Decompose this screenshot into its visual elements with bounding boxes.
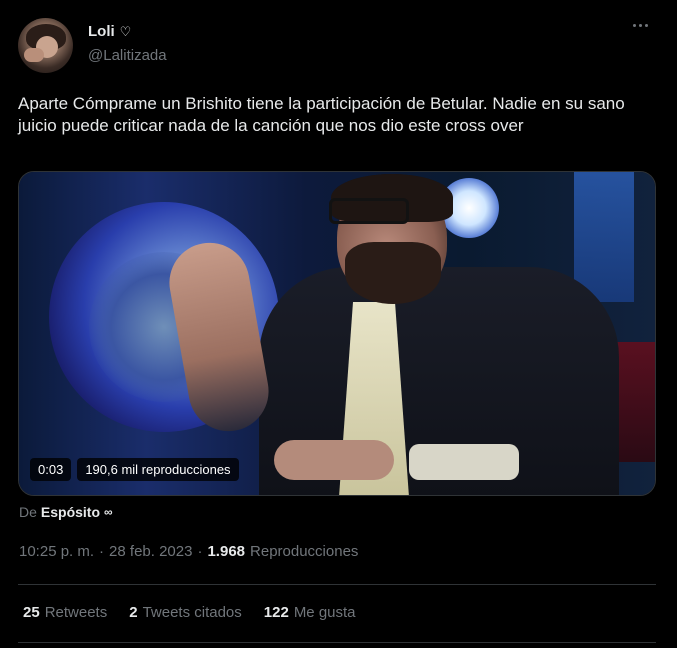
heart-outline-icon: ♡ (119, 24, 132, 39)
divider (18, 642, 656, 643)
stat-count: 2 (129, 604, 138, 621)
stat-label: Retweets (44, 604, 108, 621)
views-count: 1.968 (207, 543, 246, 560)
tweet-meta: 10:25 p. m. · 28 feb. 2023 · 1.968 Repro… (19, 543, 358, 560)
more-options-icon[interactable] (633, 24, 648, 27)
stat-retweets[interactable]: 25 Retweets (23, 604, 107, 621)
video-player[interactable]: 0:03 190,6 mil reproducciones (18, 171, 656, 496)
engagement-stats: 25 Retweets 2 Tweets citados 122 Me gust… (23, 604, 356, 621)
tweet-text: Aparte Cómprame un Brishito tiene la par… (18, 94, 625, 135)
divider (18, 584, 656, 585)
author-handle[interactable]: @Lalitizada (88, 47, 167, 64)
tweet-date[interactable]: 28 feb. 2023 (109, 543, 192, 560)
tweet-time[interactable]: 10:25 p. m. (19, 543, 94, 560)
stat-label: Me gusta (293, 604, 356, 621)
video-frame (19, 172, 655, 495)
tweet-detail: Loli ♡ @Lalitizada Aparte Cómprame un Br… (0, 0, 677, 648)
avatar-hand (24, 48, 44, 62)
author-name-row[interactable]: Loli ♡ (88, 23, 131, 40)
video-attribution: De Espósito ∞ (19, 504, 113, 520)
video-overlay: 0:03 190,6 mil reproducciones (30, 458, 239, 481)
stat-label: Tweets citados (142, 604, 242, 621)
meta-separator: · (99, 543, 105, 560)
stat-count: 122 (263, 604, 289, 621)
attribution-source-link[interactable]: Espósito (41, 504, 100, 520)
stat-quote-tweets[interactable]: 2 Tweets citados (129, 604, 242, 621)
video-timestamp: 0:03 (30, 458, 72, 481)
attribution-prefix: De (19, 504, 37, 520)
avatar[interactable] (18, 18, 73, 73)
views-label: Reproducciones (250, 543, 359, 560)
stat-likes[interactable]: 122 Me gusta (264, 604, 356, 621)
author-display-name[interactable]: Loli (88, 23, 115, 40)
video-view-count: 190,6 mil reproducciones (77, 458, 239, 481)
meta-separator: · (197, 543, 203, 560)
infinity-icon: ∞ (104, 505, 113, 519)
stat-count: 25 (23, 604, 40, 621)
